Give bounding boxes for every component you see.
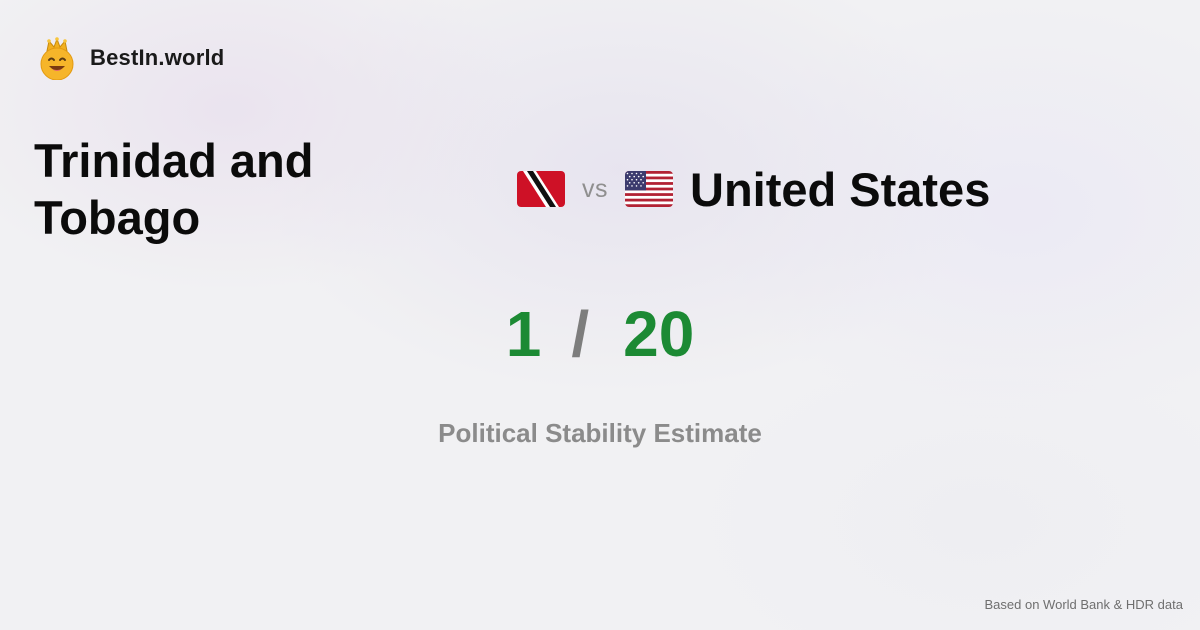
- united-states-flag-icon: [625, 171, 673, 207]
- country-b-score: 20: [623, 298, 695, 370]
- brand-name: BestIn.world: [90, 45, 225, 70]
- comparison-header: vs United States: [517, 162, 990, 216]
- score-separator: /: [571, 298, 590, 370]
- metric-label: Political Stability Estimate: [438, 418, 762, 448]
- site-logo-link[interactable]: BestIn.world: [38, 36, 224, 80]
- score-comparison: 1 / 20: [0, 296, 1200, 372]
- data-source-note: Based on World Bank & HDR data: [984, 597, 1183, 612]
- country-a-score: 1: [505, 298, 542, 370]
- country-a-name: Trinidad and Tobago: [34, 134, 314, 244]
- smiling-face-with-crown-icon: [40, 37, 74, 80]
- vs-label: vs: [582, 174, 608, 203]
- country-b-name: United States: [690, 162, 991, 216]
- trinidad-and-tobago-flag-icon: [517, 171, 565, 207]
